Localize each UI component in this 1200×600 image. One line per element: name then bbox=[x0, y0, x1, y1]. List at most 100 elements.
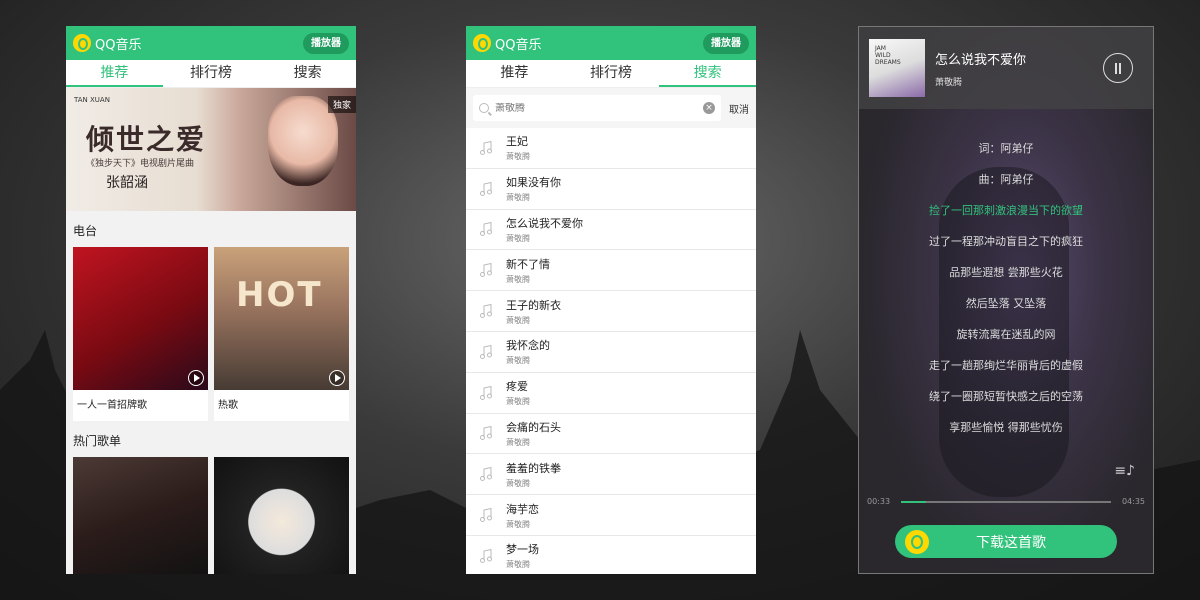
result-title: 会痛的石头 bbox=[506, 420, 561, 434]
radio-card-label: 一人一首招牌歌 bbox=[77, 400, 147, 411]
search-result-item[interactable]: 我怀念的 萧敬腾 bbox=[466, 332, 756, 373]
cancel-button[interactable]: 取消 bbox=[729, 101, 749, 116]
tab-charts[interactable]: 排行榜 bbox=[563, 60, 660, 87]
lyric-line: 过了一程那冲动盲目之下的疯狂 bbox=[929, 235, 1083, 248]
radio-cover: HOT bbox=[214, 247, 349, 390]
lyric-line: 旋转流离在迷乱的网 bbox=[956, 328, 1056, 341]
tab-recommend[interactable]: 推荐 bbox=[66, 60, 163, 87]
qq-music-logo-icon bbox=[73, 34, 91, 52]
download-button[interactable]: 下载这首歌 bbox=[895, 525, 1117, 558]
radio-section-title: 电台 bbox=[73, 224, 98, 238]
lyric-line: 词：阿弟仔 bbox=[978, 142, 1034, 155]
lyric-line: 绕了一圈那短暂快感之后的空荡 bbox=[929, 390, 1083, 403]
download-label: 下载这首歌 bbox=[976, 534, 1046, 551]
content-area: 电台 一人一首招牌歌 HOT 热歌 热门歌单 bbox=[66, 211, 356, 574]
radio-card[interactable]: HOT 热歌 bbox=[214, 247, 349, 421]
lyric-line: 享那些愉悦 得那些忧伤 bbox=[949, 421, 1063, 434]
result-title: 我怀念的 bbox=[506, 339, 550, 353]
search-result-item[interactable]: 疼爱 萧敬腾 bbox=[466, 373, 756, 414]
search-screen: QQ音乐 播放器 推荐 排行榜 搜索 × 取消 王妃萧敬腾如果没有你萧敬腾怎么说… bbox=[466, 26, 756, 574]
song-info: 如果没有你 萧敬腾 bbox=[506, 174, 561, 203]
lyric-line: 走了一趟那绚烂华丽背后的虚假 bbox=[929, 359, 1083, 372]
music-note-icon bbox=[478, 262, 494, 278]
music-note-icon bbox=[478, 385, 494, 401]
tab-bar: 推荐 排行榜 搜索 bbox=[466, 60, 756, 88]
lyric-line: 品那些遐想 尝那些火花 bbox=[949, 266, 1063, 279]
search-box[interactable]: × bbox=[473, 95, 721, 121]
music-note-icon bbox=[478, 466, 494, 482]
album-cover: JAM WILD DREAMS bbox=[869, 39, 925, 97]
radio-cover bbox=[73, 247, 208, 390]
qq-music-logo[interactable]: QQ音乐 bbox=[73, 34, 141, 53]
music-note-icon bbox=[478, 221, 494, 237]
playlist-card[interactable] bbox=[214, 457, 349, 574]
search-result-item[interactable]: 梦一场 萧敬腾 bbox=[466, 536, 756, 574]
lyric-line: 曲：阿弟仔 bbox=[978, 173, 1034, 186]
progress-track[interactable] bbox=[901, 500, 1111, 503]
result-artist: 萧敬腾 bbox=[506, 233, 530, 243]
search-result-item[interactable]: 羞羞的铁拳 萧敬腾 bbox=[466, 454, 756, 496]
search-input[interactable] bbox=[495, 102, 703, 114]
pause-button[interactable] bbox=[1103, 53, 1133, 83]
search-icon bbox=[479, 103, 489, 113]
result-artist: 萧敬腾 bbox=[506, 519, 530, 529]
music-note-icon bbox=[478, 344, 494, 360]
song-info: 疼爱 萧敬腾 bbox=[506, 378, 530, 407]
recommend-screen: QQ音乐 播放器 推荐 排行榜 搜索 TAN XUAN 倾世之爱 《独步天下》电… bbox=[66, 26, 356, 574]
result-artist: 萧敬腾 bbox=[506, 274, 530, 284]
playlist-cover bbox=[214, 457, 349, 574]
player-button[interactable]: 播放器 bbox=[303, 32, 349, 54]
song-info: 我怀念的 萧敬腾 bbox=[506, 337, 550, 366]
result-artist: 萧敬腾 bbox=[506, 152, 530, 162]
tab-search[interactable]: 搜索 bbox=[259, 60, 356, 87]
song-title: 怎么说我不爱你 bbox=[935, 52, 1027, 68]
play-icon[interactable] bbox=[188, 370, 204, 386]
song-info: 怎么说我不爱你 萧敬腾 bbox=[506, 215, 583, 244]
song-artist: 萧敬腾 bbox=[935, 77, 963, 88]
logo-text: QQ音乐 bbox=[95, 37, 142, 53]
banner-artist: 张韶涵 bbox=[106, 175, 148, 191]
result-title: 如果没有你 bbox=[506, 176, 561, 190]
app-header: QQ音乐 播放器 bbox=[466, 26, 756, 60]
result-artist: 萧敬腾 bbox=[506, 478, 530, 488]
song-info: 梦一场 萧敬腾 bbox=[506, 541, 539, 570]
search-results-list: 王妃 萧敬腾 如果没有你 萧敬腾 怎么说我不爱你 萧敬腾 新不了情 萧敬腾 王子的新衣 萧敬腾 我怀… bbox=[466, 128, 756, 574]
search-result-item[interactable]: 如果没有你 萧敬腾 bbox=[466, 169, 756, 210]
playlist-icon[interactable]: ≡♪ bbox=[1114, 463, 1135, 479]
clear-icon[interactable]: × bbox=[703, 102, 715, 114]
song-info: 会痛的石头 萧敬腾 bbox=[506, 419, 561, 448]
result-title: 新不了情 bbox=[506, 257, 550, 271]
search-result-item[interactable]: 新不了情 萧敬腾 bbox=[466, 250, 756, 292]
playlist-grid bbox=[66, 457, 356, 574]
search-result-item[interactable]: 王子的新衣 萧敬腾 bbox=[466, 291, 756, 332]
logo-text: QQ音乐 bbox=[495, 37, 542, 53]
banner-subtitle: 《独步天下》电视剧片尾曲 bbox=[86, 159, 195, 169]
result-artist: 萧敬腾 bbox=[506, 315, 530, 325]
song-info: 王妃 萧敬腾 bbox=[506, 133, 530, 162]
result-title: 羞羞的铁拳 bbox=[506, 461, 561, 475]
album-cover-text: JAM WILD DREAMS bbox=[875, 45, 901, 66]
total-time: 04:35 bbox=[1121, 497, 1145, 506]
result-title: 疼爱 bbox=[506, 380, 528, 394]
search-result-item[interactable]: 海芋恋 萧敬腾 bbox=[466, 495, 756, 536]
search-result-item[interactable]: 王妃 萧敬腾 bbox=[466, 128, 756, 169]
progress-fill bbox=[901, 500, 927, 503]
tab-search[interactable]: 搜索 bbox=[659, 60, 756, 87]
search-result-item[interactable]: 会痛的石头 萧敬腾 bbox=[466, 414, 756, 455]
play-icon[interactable] bbox=[329, 370, 345, 386]
result-artist: 萧敬腾 bbox=[506, 193, 530, 203]
qq-music-logo[interactable]: QQ音乐 bbox=[473, 34, 541, 53]
promo-banner[interactable]: TAN XUAN 倾世之爱 《独步天下》电视剧片尾曲 张韶涵 独家 bbox=[66, 88, 356, 211]
radio-card[interactable]: 一人一首招牌歌 bbox=[73, 247, 208, 421]
tab-recommend[interactable]: 推荐 bbox=[466, 60, 563, 87]
music-note-icon bbox=[478, 140, 494, 156]
playlist-card[interactable] bbox=[73, 457, 208, 574]
music-note-icon bbox=[478, 303, 494, 319]
player-button[interactable]: 播放器 bbox=[703, 32, 749, 54]
search-result-item[interactable]: 怎么说我不爱你 萧敬腾 bbox=[466, 210, 756, 251]
result-title: 海芋恋 bbox=[506, 502, 539, 516]
song-info: 海芋恋 萧敬腾 bbox=[506, 501, 539, 530]
radio-grid: 一人一首招牌歌 HOT 热歌 bbox=[66, 247, 356, 421]
radio-card-label: 热歌 bbox=[218, 400, 238, 411]
tab-charts[interactable]: 排行榜 bbox=[163, 60, 260, 87]
